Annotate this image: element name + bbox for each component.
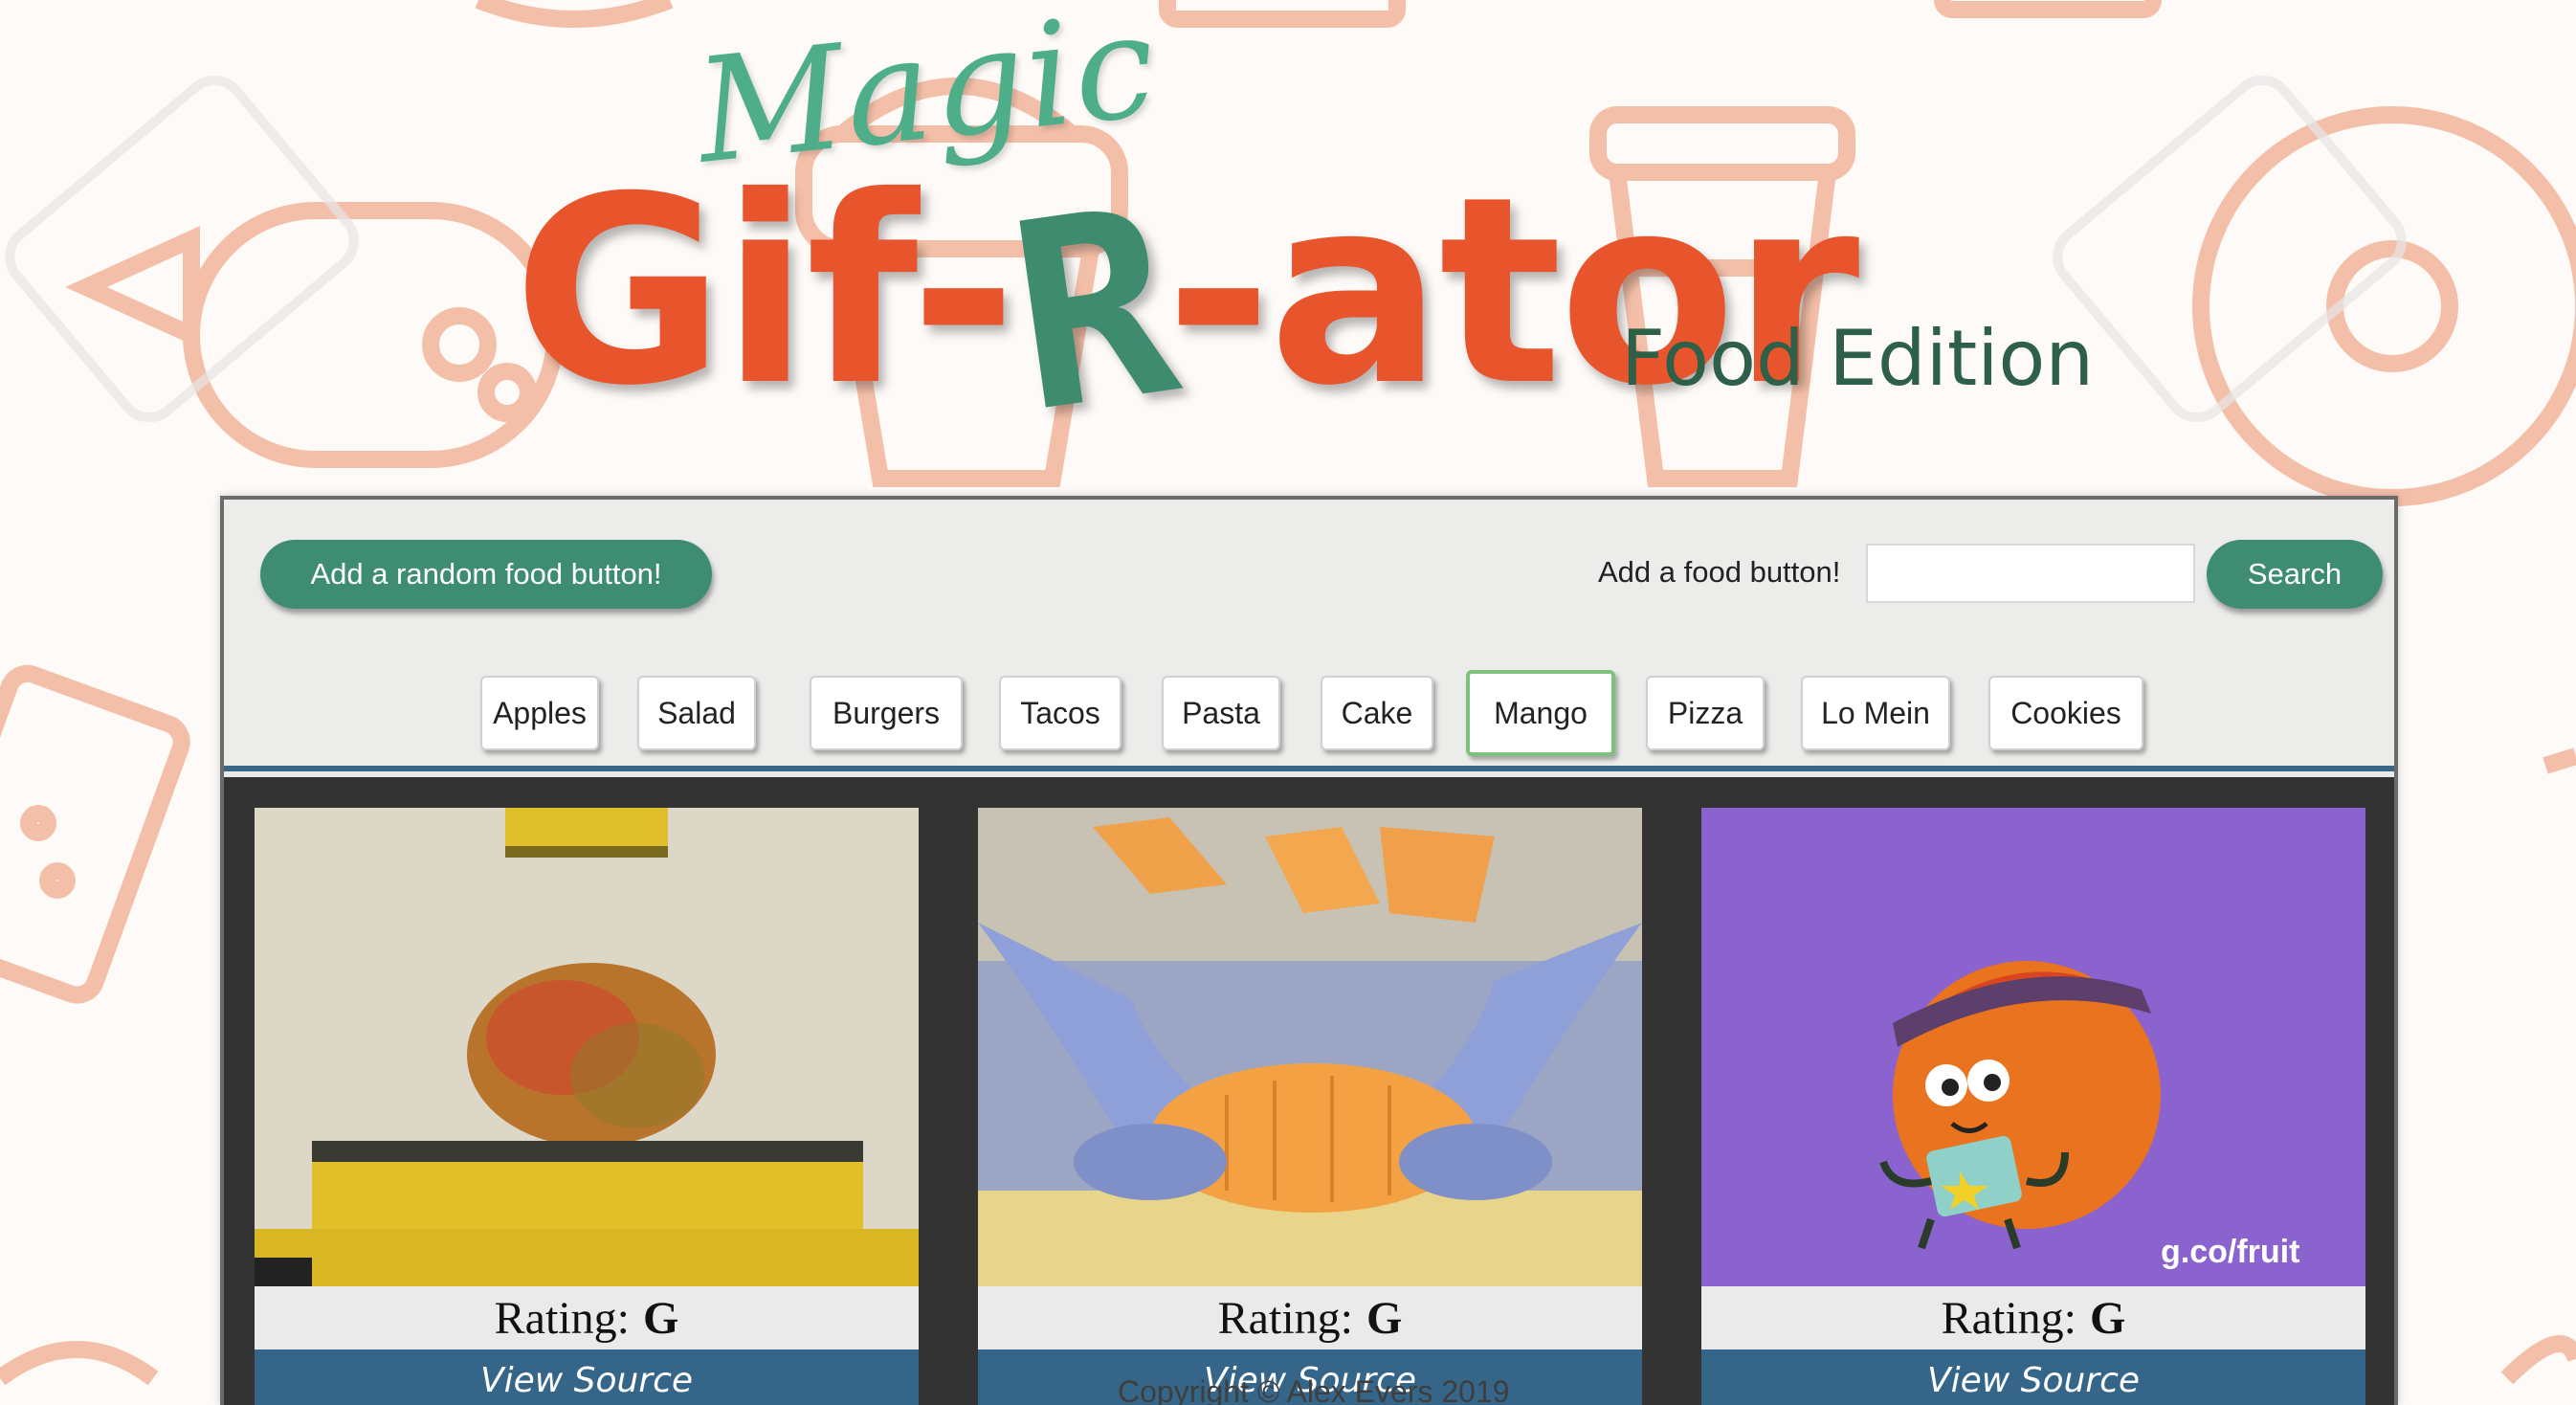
rating-value: G xyxy=(642,1292,679,1344)
rating-value: G xyxy=(1366,1292,1403,1344)
logo-title-r: R xyxy=(995,150,1188,471)
rating-label: Rating: xyxy=(1217,1292,1353,1344)
gif-card: g.co/fruit Rating: G View Source xyxy=(1701,808,2365,1405)
controls-bar: Add a random food button! Add a food but… xyxy=(224,500,2394,771)
food-button-mango[interactable]: Mango xyxy=(1466,670,1615,756)
food-button-lo-mein[interactable]: Lo Mein xyxy=(1801,676,1950,750)
add-random-food-button[interactable]: Add a random food button! xyxy=(260,540,712,609)
gif-card: Rating: G View Source xyxy=(978,808,1642,1405)
main-panel: Add a random food button! Add a food but… xyxy=(220,496,2398,1405)
food-button-burgers[interactable]: Burgers xyxy=(810,676,963,750)
logo-title-start: Gif- xyxy=(513,141,1017,442)
gif-rating: Rating: G xyxy=(1701,1286,2365,1349)
gif-rating: Rating: G xyxy=(255,1286,919,1349)
food-button-list: Apples Salad Burgers Tacos Pasta Cake Ma… xyxy=(224,670,2394,756)
logo-edition-text: Food Edition xyxy=(1621,314,2095,403)
gif-card: Rating: G View Source xyxy=(255,808,919,1405)
site-logo: Magic Gif-R-ator Food Edition xyxy=(0,0,2576,479)
food-button-salad[interactable]: Salad xyxy=(637,676,756,750)
gif-results: Rating: G View Source Rating: G View Sou… xyxy=(224,777,2394,1405)
gif-image-cutting-mango[interactable] xyxy=(978,808,1642,1286)
gif-image-cartoon-mango[interactable]: g.co/fruit xyxy=(1701,808,2365,1286)
food-button-pizza[interactable]: Pizza xyxy=(1646,676,1765,750)
view-source-link[interactable]: View Source xyxy=(1701,1349,2365,1405)
footer-copyright: Copyright © Alex Evers 2019 xyxy=(1118,1374,1510,1405)
rating-value: G xyxy=(2089,1292,2126,1344)
rating-label: Rating: xyxy=(1941,1292,2076,1344)
food-button-cake[interactable]: Cake xyxy=(1321,676,1433,750)
gif-image-mango-press[interactable] xyxy=(255,808,919,1286)
gif-watermark: g.co/fruit xyxy=(2161,1234,2299,1270)
add-food-label: Add a food button! xyxy=(1598,555,1841,589)
search-button[interactable]: Search xyxy=(2207,540,2383,609)
food-button-apples[interactable]: Apples xyxy=(480,676,599,750)
view-source-link[interactable]: View Source xyxy=(255,1349,919,1405)
gif-rating: Rating: G xyxy=(978,1286,1642,1349)
add-food-input[interactable] xyxy=(1866,544,2195,603)
food-button-tacos[interactable]: Tacos xyxy=(999,676,1121,750)
food-button-cookies[interactable]: Cookies xyxy=(1988,676,2143,750)
food-button-pasta[interactable]: Pasta xyxy=(1162,676,1280,750)
rating-label: Rating: xyxy=(494,1292,630,1344)
